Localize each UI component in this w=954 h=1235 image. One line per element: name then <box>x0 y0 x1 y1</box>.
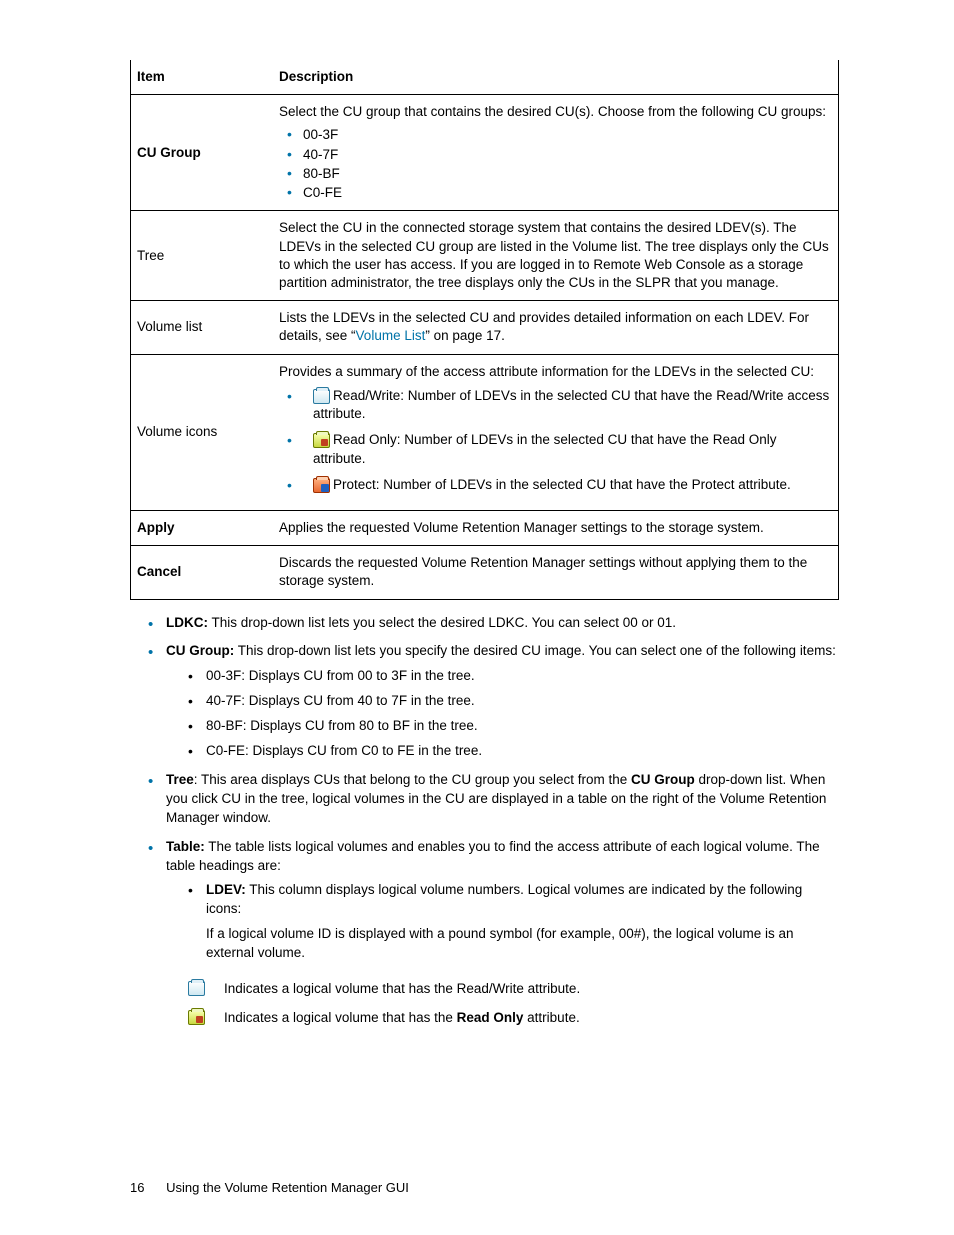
t: attribute. <box>523 1010 579 1025</box>
list-item-cu-group: CU Group: This drop-down list lets you s… <box>148 642 839 760</box>
desc-text: Select the CU group that contains the de… <box>279 104 826 119</box>
volume-icon-list: Read/Write: Number of LDEVs in the selec… <box>287 387 830 494</box>
table-row: Volume icons Provides a summary of the a… <box>131 354 839 510</box>
legend-text: Indicates a logical volume that has the … <box>224 981 580 996</box>
item-text: The table lists logical volumes and enab… <box>166 839 820 873</box>
body-list: LDKC: This drop-down list lets you selec… <box>148 614 839 963</box>
document-page: Item Description CU Group Select the CU … <box>0 0 954 1235</box>
list-item: C0-FE <box>287 183 830 202</box>
list-item-table: Table: The table lists logical volumes a… <box>148 838 839 963</box>
item-label: Tree <box>166 772 194 787</box>
list-item: 00-3F <box>287 125 830 144</box>
table-row: CU Group Select the CU group that contai… <box>131 95 839 211</box>
page-footer: 16 Using the Volume Retention Manager GU… <box>130 1180 409 1195</box>
icon-text: Protect: Number of LDEVs in the selected… <box>333 477 791 492</box>
table-row: Volume list Lists the LDEVs in the selec… <box>131 301 839 354</box>
item-text: This column displays logical volume numb… <box>206 882 802 916</box>
legend-row-ro: Indicates a logical volume that has the … <box>188 1010 839 1025</box>
readonly-icon <box>313 433 330 448</box>
protect-icon <box>313 478 330 493</box>
item-text: This drop-down list lets you specify the… <box>234 643 836 658</box>
definitions-table: Item Description CU Group Select the CU … <box>130 60 839 600</box>
legend-text: Indicates a logical volume that has the … <box>224 1010 580 1025</box>
volume-list-link[interactable]: Volume List <box>356 328 426 343</box>
table-row: Apply Applies the requested Volume Reten… <box>131 510 839 545</box>
row-desc: Provides a summary of the access attribu… <box>275 354 839 510</box>
t: Indicates a logical volume that has the <box>224 1010 457 1025</box>
list-item: 80-BF: Displays CU from 80 to BF in the … <box>188 717 839 736</box>
desc-text: ” on page 17. <box>425 328 505 343</box>
item-text-bold: CU Group <box>631 772 695 787</box>
col-header-item: Item <box>131 60 276 95</box>
cu-group-options: 00-3F 40-7F 80-BF C0-FE <box>287 125 830 202</box>
list-item: Protect: Number of LDEVs in the selected… <box>287 476 830 494</box>
list-item: Read Only: Number of LDEVs in the select… <box>287 431 830 467</box>
readwrite-icon <box>188 981 205 996</box>
col-header-description: Description <box>275 60 839 95</box>
list-item: 00-3F: Displays CU from 00 to 3F in the … <box>188 667 839 686</box>
desc-text: Provides a summary of the access attribu… <box>279 364 814 379</box>
table-header-row: Item Description <box>131 60 839 95</box>
page-number: 16 <box>130 1180 144 1195</box>
item-label: CU Group: <box>166 643 234 658</box>
list-item: C0-FE: Displays CU from C0 to FE in the … <box>188 742 839 761</box>
icon-text: Read/Write: Number of LDEVs in the selec… <box>313 388 829 421</box>
list-item: 40-7F <box>287 145 830 164</box>
row-desc: Select the CU group that contains the de… <box>275 95 839 211</box>
row-desc: Applies the requested Volume Retention M… <box>275 510 839 545</box>
item-label: Table: <box>166 839 205 854</box>
icon-legend: Indicates a logical volume that has the … <box>188 981 839 1025</box>
row-desc: Lists the LDEVs in the selected CU and p… <box>275 301 839 354</box>
row-desc: Discards the requested Volume Retention … <box>275 546 839 599</box>
t: Read Only <box>457 1010 524 1025</box>
list-item: 80-BF <box>287 164 830 183</box>
legend-row-rw: Indicates a logical volume that has the … <box>188 981 839 996</box>
item-text: : This area displays CUs that belong to … <box>194 772 631 787</box>
section-title: Using the Volume Retention Manager GUI <box>166 1180 409 1195</box>
row-desc: Select the CU in the connected storage s… <box>275 211 839 301</box>
row-item: CU Group <box>131 95 276 211</box>
row-item: Apply <box>131 510 276 545</box>
table-row: Tree Select the CU in the connected stor… <box>131 211 839 301</box>
list-item-ldkc: LDKC: This drop-down list lets you selec… <box>148 614 839 633</box>
ldev-note: If a logical volume ID is displayed with… <box>206 925 839 963</box>
row-item: Cancel <box>131 546 276 599</box>
cu-group-sublist: 00-3F: Displays CU from 00 to 3F in the … <box>188 667 839 761</box>
list-item: Read/Write: Number of LDEVs in the selec… <box>287 387 830 423</box>
item-label: LDEV: <box>206 882 246 897</box>
list-item-ldev: LDEV: This column displays logical volum… <box>188 881 839 963</box>
readonly-icon <box>188 1010 205 1025</box>
list-item-tree: Tree: This area displays CUs that belong… <box>148 771 839 828</box>
icon-text: Read Only: Number of LDEVs in the select… <box>313 432 776 465</box>
row-item: Tree <box>131 211 276 301</box>
list-item: 40-7F: Displays CU from 40 to 7F in the … <box>188 692 839 711</box>
item-text: This drop-down list lets you select the … <box>208 615 676 630</box>
table-row: Cancel Discards the requested Volume Ret… <box>131 546 839 599</box>
item-label: LDKC: <box>166 615 208 630</box>
readwrite-icon <box>313 389 330 404</box>
row-item: Volume icons <box>131 354 276 510</box>
row-item: Volume list <box>131 301 276 354</box>
table-sublist: LDEV: This column displays logical volum… <box>188 881 839 963</box>
